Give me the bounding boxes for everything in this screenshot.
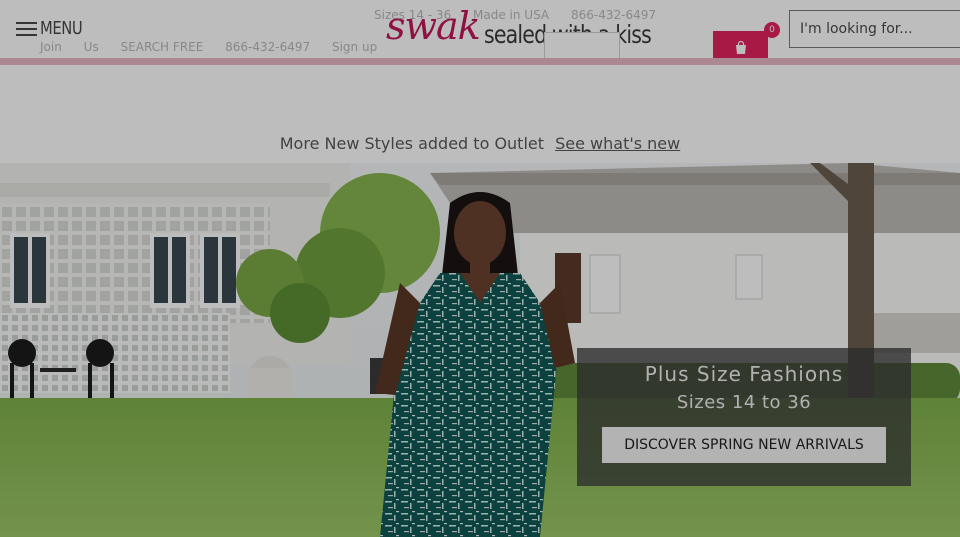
promo-subtitle: Sizes 14 to 36 [676, 392, 812, 413]
promo-title: Plus Size Fashions [644, 362, 844, 386]
sub-link-signup[interactable]: Sign up [332, 40, 377, 54]
discover-new-arrivals-button[interactable]: DISCOVER SPRING NEW ARRIVALS [602, 427, 886, 463]
hamburger-icon [16, 21, 38, 36]
announcement-bar: More New Styles added to Outlet See what… [0, 65, 960, 163]
sub-link-join[interactable]: Join [40, 40, 62, 54]
sub-link-free[interactable]: SEARCH FREE [121, 40, 204, 54]
announcement-link[interactable]: See what's new [555, 134, 680, 153]
shopping-bag-icon [735, 41, 746, 54]
logo-script: swak [386, 4, 481, 48]
header-sub-links: Join Us SEARCH FREE 866-432-6497 Sign up [40, 40, 395, 54]
header-divider [0, 58, 960, 65]
site-header: Sizes 14 - 36 Made in USA 866-432-6497 J… [0, 0, 960, 65]
menu-button[interactable]: MENU [16, 18, 92, 39]
sub-link-phone[interactable]: 866-432-6497 [225, 40, 310, 54]
search-input[interactable] [789, 10, 960, 48]
cart-count-badge: 0 [764, 22, 780, 38]
announcement-text: More New Styles added to Outlet [279, 134, 545, 153]
hero-banner[interactable]: Plus Size Fashions Sizes 14 to 36 DISCOV… [0, 163, 960, 537]
menu-label: MENU [40, 18, 83, 39]
hero-promo-panel: Plus Size Fashions Sizes 14 to 36 DISCOV… [577, 348, 911, 486]
sub-link-us[interactable]: Us [84, 40, 99, 54]
